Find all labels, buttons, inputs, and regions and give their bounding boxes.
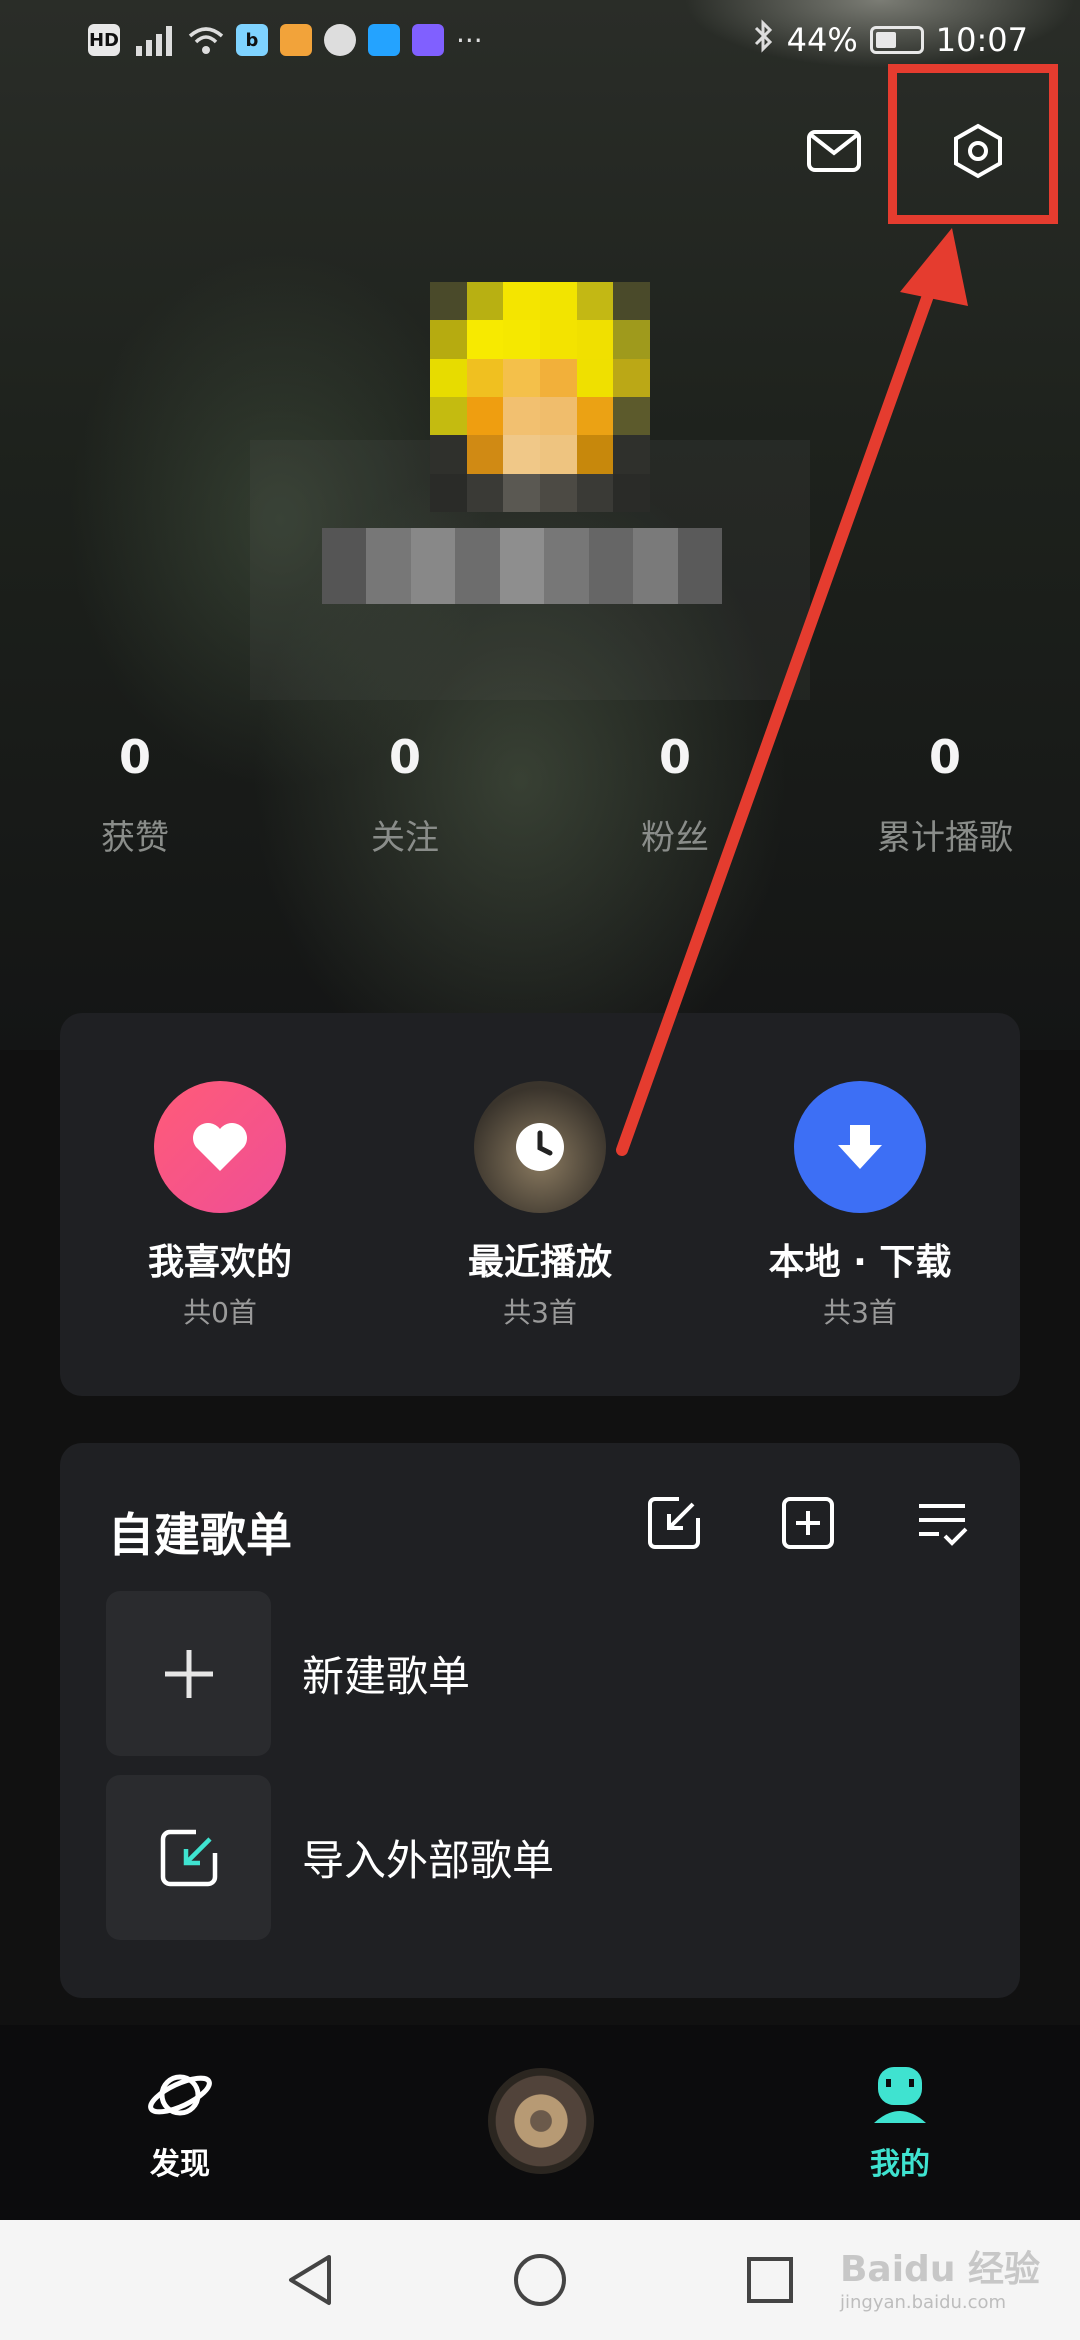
import-icon [106, 1775, 271, 1940]
back-icon[interactable] [280, 2250, 340, 2310]
mail-icon[interactable] [798, 115, 870, 187]
signal-icon [132, 24, 176, 56]
row-label: 导入外部歌单 [302, 1836, 555, 1885]
avatar[interactable] [430, 282, 650, 512]
battery-icon [869, 26, 924, 54]
stat-label: 累计播歌 [877, 818, 1013, 858]
stat-value: 0 [388, 730, 421, 784]
quick-liked[interactable]: 我喜欢的 共0首 [60, 1081, 380, 1331]
b-app-icon: b [236, 24, 268, 56]
username-blurred [322, 528, 722, 604]
quick-access-card: 我喜欢的 共0首 最近播放 共3首 本地 · 下载 共3首 [60, 1013, 1020, 1396]
tab-label: 我的 [870, 2147, 930, 2182]
planet-icon [100, 2065, 260, 2129]
heart-icon [154, 1081, 286, 1213]
clock-icon [474, 1081, 606, 1213]
quick-local-download[interactable]: 本地 · 下载 共3首 [700, 1081, 1020, 1331]
profile-stats: 0 获赞 0 关注 0 粉丝 0 累计播歌 [0, 730, 1080, 859]
stat-value: 0 [118, 730, 151, 784]
wifi-icon [188, 24, 224, 56]
row-label: 新建歌单 [302, 1652, 471, 1701]
quick-recent[interactable]: 最近播放 共3首 [380, 1081, 700, 1331]
hd-icon: HD [88, 24, 120, 56]
stat-label: 获赞 [101, 818, 169, 858]
plus-icon [106, 1591, 271, 1756]
recents-icon[interactable] [740, 2250, 800, 2310]
section-title: 自建歌单 [108, 1508, 292, 1562]
stat-value: 0 [928, 730, 961, 784]
home-icon[interactable] [510, 2250, 570, 2310]
annotation-highlight-box [888, 64, 1058, 224]
search-app-icon [368, 24, 400, 56]
stat-followers[interactable]: 0 粉丝 [540, 730, 810, 859]
clock-time: 10:07 [935, 21, 1028, 59]
stat-label: 关注 [371, 818, 439, 858]
battery-percent: 44% [786, 21, 858, 59]
system-navigation-bar: Baidu 经验 jingyan.baidu.com [0, 2220, 1080, 2340]
app-icon [280, 24, 312, 56]
tab-mine[interactable]: 我的 [820, 2065, 980, 2183]
import-playlist-row[interactable]: 导入外部歌单 [106, 1775, 986, 1940]
tab-label: 发现 [150, 2147, 210, 2182]
quick-subtitle: 共3首 [823, 1296, 897, 1329]
status-left-icons: HD b ··· [88, 20, 483, 60]
quick-subtitle: 共0首 [183, 1296, 257, 1329]
playlists-card: 自建歌单 新建歌单 导入外部歌单 [60, 1443, 1020, 1998]
download-icon [794, 1081, 926, 1213]
stat-total-plays[interactable]: 0 累计播歌 [810, 730, 1080, 859]
new-playlist-row[interactable]: 新建歌单 [106, 1591, 986, 1756]
tab-discover[interactable]: 发现 [100, 2065, 260, 2183]
quick-title: 本地 · 下载 [768, 1242, 952, 1283]
profile-icon [820, 2065, 980, 2129]
more-icon: ··· [456, 23, 483, 57]
import-icon[interactable] [642, 1491, 706, 1555]
bluetooth-icon [753, 19, 775, 61]
baidu-watermark: Baidu 经验 jingyan.baidu.com [840, 2240, 1040, 2313]
add-icon[interactable] [776, 1491, 840, 1555]
watermark-sub: jingyan.baidu.com [839, 2292, 1007, 2313]
manage-list-icon[interactable] [910, 1491, 974, 1555]
status-right: 44% 10:07 [753, 19, 1028, 61]
stat-likes[interactable]: 0 获赞 [0, 730, 270, 859]
music-app-icon [412, 24, 444, 56]
stat-label: 粉丝 [641, 818, 709, 858]
watermark-text: Baidu 经验 [839, 2249, 1040, 2290]
now-playing-disc[interactable] [488, 2068, 594, 2174]
browser-icon [324, 24, 356, 56]
quick-title: 最近播放 [467, 1242, 612, 1283]
stat-following[interactable]: 0 关注 [270, 730, 540, 859]
quick-title: 我喜欢的 [147, 1242, 292, 1283]
stat-value: 0 [658, 730, 691, 784]
quick-subtitle: 共3首 [503, 1296, 577, 1329]
